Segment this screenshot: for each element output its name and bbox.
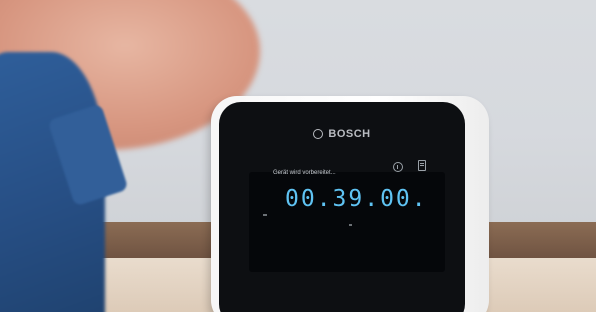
timer-display: 00.39.00. [285, 186, 428, 212]
screen-status-text: Gerät wird vorbereitet... [273, 170, 336, 176]
brand-text: BOSCH [328, 128, 371, 140]
device-front-panel: BOSCH Gerät wird vorbereitet... 00.39.00… [219, 102, 465, 312]
screen-marker-left [263, 214, 267, 216]
screen-marker-center [349, 224, 352, 226]
device-screen: Gerät wird vorbereitet... 00.39.00. [249, 160, 445, 272]
info-icon [393, 162, 403, 172]
bosch-device: BOSCH Gerät wird vorbereitet... 00.39.00… [211, 96, 489, 312]
brand-label: BOSCH [219, 128, 465, 140]
document-icon [418, 160, 426, 171]
bosch-logo-icon [313, 129, 324, 139]
photo: BOSCH Gerät wird vorbereitet... 00.39.00… [0, 0, 596, 312]
